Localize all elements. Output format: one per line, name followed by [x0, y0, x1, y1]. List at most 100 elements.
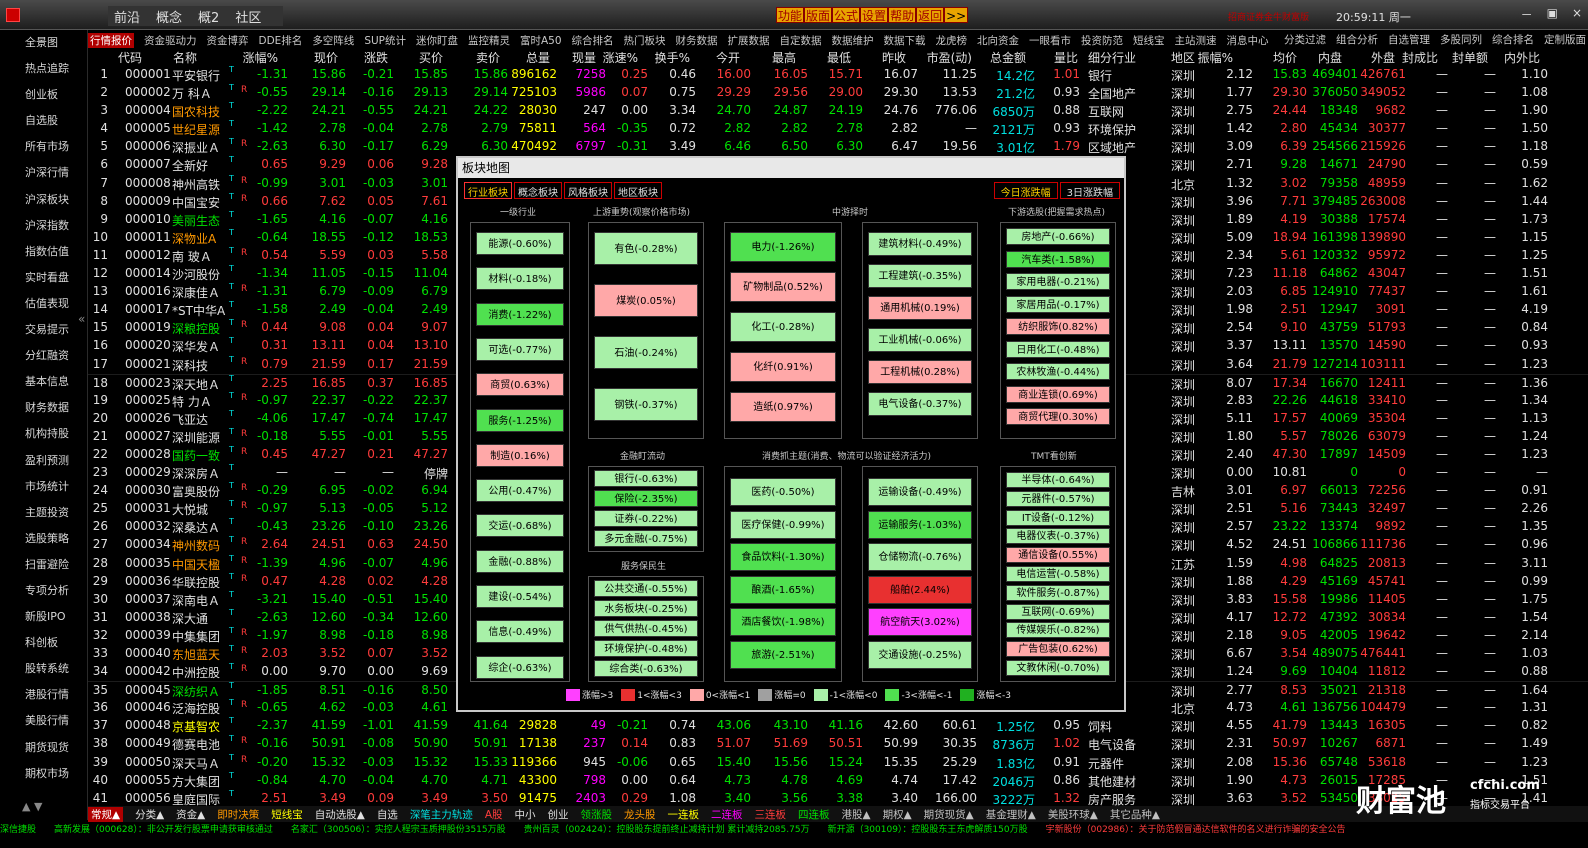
sector-block[interactable]: 建设(-0.54%): [476, 585, 564, 608]
sector-block[interactable]: 汽车类(-1.58%): [1006, 250, 1110, 268]
stock-code[interactable]: 000035: [125, 556, 171, 570]
sector-block[interactable]: 银行(-0.63%): [594, 470, 698, 487]
table-row[interactable]: 5 000006 深振业Ａ T R -2.63 6.30 -0.17 6.29 6.30 47049…: [88, 137, 1588, 156]
top-menu-item[interactable]: 前沿: [114, 7, 140, 26]
function-button[interactable]: 功能: [776, 7, 805, 23]
column-header[interactable]: 总量: [526, 49, 550, 66]
stock-code[interactable]: 000020: [125, 338, 171, 352]
bottom-tab[interactable]: 资金▲: [176, 807, 205, 822]
sidebar-item[interactable]: 期权市场: [0, 761, 87, 787]
sidebar-item[interactable]: 市场统计: [0, 474, 87, 500]
sector-block[interactable]: 酒店餐饮(-1.98%): [730, 608, 836, 636]
stock-code[interactable]: 000027: [125, 429, 171, 443]
sidebar-item[interactable]: 机构持股: [0, 421, 87, 447]
stock-code[interactable]: 000038: [125, 610, 171, 624]
sector-block[interactable]: 有色(-0.28%): [594, 232, 698, 265]
ticker-item[interactable]: 宇新股份（002986）：关于防范假冒通达信软件的名义进行诈骗的安全公告: [1046, 825, 1346, 835]
sidebar-item[interactable]: 选股策略: [0, 526, 87, 552]
sector-block[interactable]: 互联网(-0.69%): [1006, 603, 1110, 620]
sector-block[interactable]: 商业连锁(0.69%): [1006, 385, 1110, 403]
stock-name[interactable]: 南 玻Ａ: [172, 248, 212, 265]
tab[interactable]: 数据下载: [884, 33, 926, 48]
stock-name[interactable]: 泛海控股: [172, 700, 220, 717]
sector-block[interactable]: 工业机械(-0.06%): [868, 328, 972, 352]
sector-block[interactable]: 金融(-0.88%): [476, 549, 564, 573]
stock-code[interactable]: 000045: [125, 683, 171, 697]
tab[interactable]: 数据维护: [832, 33, 874, 48]
tab[interactable]: 富时A50: [520, 33, 562, 48]
stock-code[interactable]: 000030: [125, 483, 171, 497]
ticker-item[interactable]: 深信捷股: [0, 825, 36, 835]
tab[interactable]: DDE排名: [259, 33, 303, 48]
tab[interactable]: 投资防范: [1081, 33, 1123, 48]
sector-block[interactable]: 电信运营(-0.58%): [1006, 566, 1110, 582]
sector-block[interactable]: 半导体(-0.64%): [1006, 472, 1110, 488]
sector-block[interactable]: 公用(-0.47%): [476, 479, 564, 503]
sector-block[interactable]: 信息(-0.49%): [476, 620, 564, 644]
function-button[interactable]: 设置: [860, 7, 889, 23]
column-header[interactable]: 名称: [173, 49, 197, 66]
ticker-item[interactable]: 贵州百灵（002424）：控股股东提前终止减持计划 累计减持2085.75万: [524, 825, 810, 835]
sidebar-item[interactable]: 科创板: [0, 630, 87, 656]
tab[interactable]: 消息中心: [1227, 33, 1269, 48]
sector-block[interactable]: 钢铁(-0.37%): [594, 388, 698, 421]
app-logo-icon[interactable]: [6, 8, 20, 22]
bottom-tab[interactable]: 龙头股: [624, 807, 656, 822]
sector-block[interactable]: 医药(-0.50%): [730, 478, 836, 506]
bottom-tab[interactable]: 即时决策: [217, 807, 259, 822]
bottom-tab[interactable]: 期权▲: [883, 807, 912, 822]
sector-block[interactable]: 农林牧渔(-0.44%): [1006, 363, 1110, 380]
stock-code[interactable]: 000025: [125, 393, 171, 407]
sector-block[interactable]: 保险(-2.35%): [594, 490, 698, 507]
tab[interactable]: 监控精灵: [468, 33, 510, 48]
sector-block[interactable]: 综合类(-0.63%): [594, 660, 698, 677]
function-button[interactable]: 公式: [832, 7, 861, 23]
stock-code[interactable]: 000055: [125, 773, 171, 787]
sector-block[interactable]: 工程机械(0.28%): [868, 360, 972, 384]
sector-block[interactable]: 通用机械(0.19%): [868, 296, 972, 320]
sidebar-item[interactable]: 新股IPO: [0, 604, 87, 630]
sector-block[interactable]: 食品饮料(-1.30%): [730, 543, 836, 571]
stock-code[interactable]: 000032: [125, 519, 171, 533]
sector-block[interactable]: 可选(-0.77%): [476, 337, 564, 361]
sector-block[interactable]: 材料(-0.18%): [476, 267, 564, 291]
column-header[interactable]: 最低: [827, 49, 851, 66]
bottom-tab[interactable]: 三连板: [755, 807, 787, 822]
column-header[interactable]: 总金额: [990, 49, 1026, 66]
stock-name[interactable]: 华联控股: [172, 574, 220, 591]
function-button[interactable]: 返回: [916, 7, 945, 23]
tab[interactable]: 龙虎榜: [936, 33, 968, 48]
sector-block[interactable]: 交运(-0.68%): [476, 514, 564, 538]
sector-block[interactable]: 建筑材料(-0.49%): [868, 232, 972, 256]
sector-block[interactable]: 制造(0.16%): [476, 443, 564, 467]
table-row[interactable]: 39 000050 深天马Ａ T R -0.20 15.32 -0.03 15.32 15.33 1…: [88, 753, 1588, 772]
sidebar-item[interactable]: 沪深行情: [0, 160, 87, 186]
column-header[interactable]: 代码: [118, 49, 142, 66]
sector-tab[interactable]: 行业板块: [464, 182, 512, 199]
sector-block[interactable]: 供气供热(-0.45%): [594, 620, 698, 637]
stock-name[interactable]: 富奥股份: [172, 483, 220, 500]
sidebar-item[interactable]: 估值表现: [0, 291, 87, 317]
sector-tab[interactable]: 地区板块: [614, 182, 662, 199]
sidebar-item[interactable]: 热点追踪: [0, 56, 87, 82]
ticker-item[interactable]: 名家汇（300506）：实控人程宗玉质押股份3515万股: [291, 825, 506, 835]
table-row[interactable]: 2 000002 万 科Ａ T R -0.55 29.14 -0.16 29.13 29.14 72…: [88, 83, 1588, 102]
bottom-tab[interactable]: A股: [485, 807, 503, 822]
stock-code[interactable]: 000002: [125, 85, 171, 99]
bottom-tab[interactable]: 四连板: [798, 807, 830, 822]
stock-code[interactable]: 000040: [125, 646, 171, 660]
stock-name[interactable]: 沙河股份: [172, 266, 220, 283]
column-header[interactable]: 地区: [1171, 49, 1195, 66]
column-header[interactable]: 封成比: [1402, 49, 1438, 66]
stock-code[interactable]: 000017: [125, 302, 171, 316]
tab[interactable]: 资金驱动力: [144, 33, 197, 48]
tab[interactable]: 热门板块: [624, 33, 666, 48]
stock-name[interactable]: 深深房Ａ: [172, 465, 220, 482]
table-row[interactable]: 1 000001 平安银行 T -1.31 15.86 -0.21 15.85 15.86 896…: [88, 65, 1588, 84]
stock-name[interactable]: 东旭蓝天: [172, 646, 220, 663]
stock-name[interactable]: 深华发Ａ: [172, 338, 220, 355]
stock-name[interactable]: 深康佳Ａ: [172, 284, 220, 301]
close-icon[interactable]: ×: [1572, 6, 1582, 23]
stock-code[interactable]: 000021: [125, 357, 171, 371]
stock-code[interactable]: 000016: [125, 284, 171, 298]
